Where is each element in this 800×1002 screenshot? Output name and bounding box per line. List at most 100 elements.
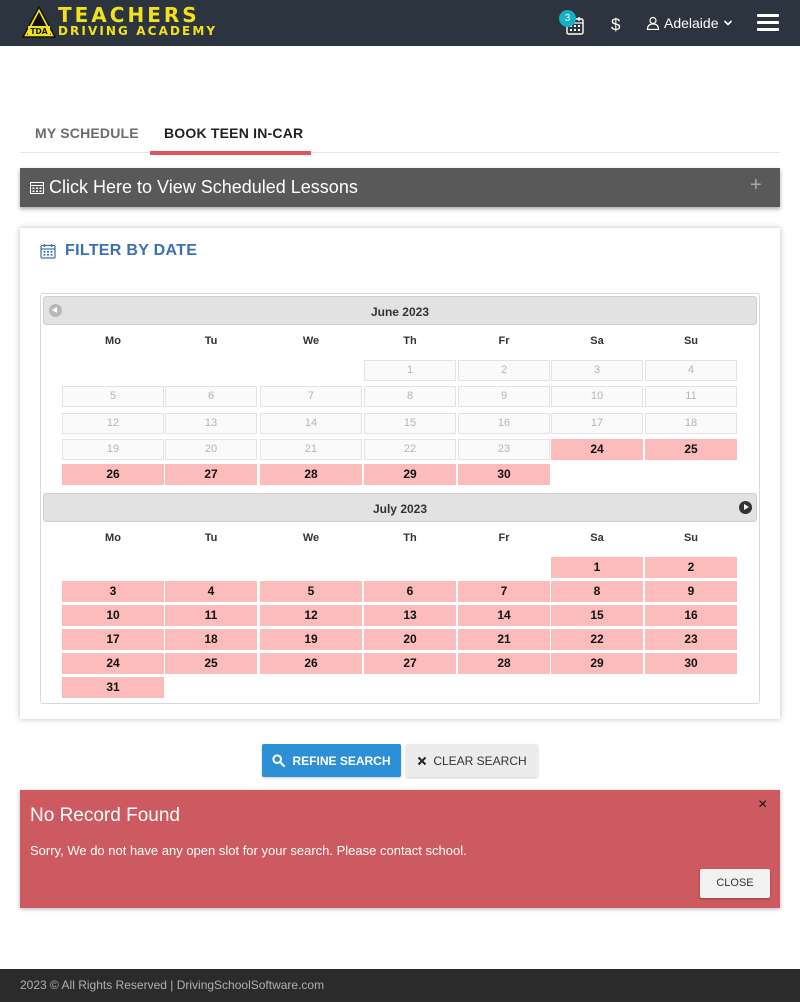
- weekday-header: Sa: [590, 532, 604, 544]
- available-date-cell[interactable]: 28: [458, 653, 550, 674]
- schedule-tabs: MY SCHEDULE BOOK TEEN IN-CAR: [20, 118, 780, 155]
- weekday-header: We: [302, 532, 320, 544]
- available-date-cell[interactable]: 11: [165, 605, 257, 626]
- footer: 2023 © All Rights Reserved | DrivingScho…: [0, 969, 800, 1002]
- next-month-icon[interactable]: [739, 501, 752, 514]
- date-picker: June 2023 July 2023 Mo Tu We Th Fr Sa Su 1 2 3 4 5 6…: [40, 293, 760, 704]
- available-date-cell[interactable]: 10: [62, 605, 164, 626]
- available-date-cell[interactable]: 13: [364, 605, 456, 626]
- clear-search-label: CLEAR SEARCH: [433, 753, 527, 768]
- available-date-cell[interactable]: 18: [165, 629, 257, 650]
- no-record-alert: No Record Found Sorry, We do not have an…: [20, 790, 780, 908]
- available-date-cell[interactable]: 31: [62, 677, 164, 698]
- unavailable-date-cell: 18: [645, 413, 737, 434]
- available-date-cell[interactable]: 27: [165, 464, 257, 485]
- unavailable-date-cell: 9: [458, 386, 550, 407]
- available-date-cell[interactable]: 15: [551, 605, 643, 626]
- available-date-cell[interactable]: 7: [458, 581, 550, 602]
- notification-badge: 3: [559, 10, 576, 27]
- unavailable-date-cell: 22: [364, 439, 456, 460]
- month-title: July 2023: [372, 502, 428, 516]
- unavailable-date-cell: 13: [165, 413, 257, 434]
- available-date-cell[interactable]: 30: [645, 653, 737, 674]
- available-date-cell[interactable]: 2: [645, 557, 737, 578]
- teachers-driving-academy-logo[interactable]: TDA TEACHERS DRIVING ACADEMY: [22, 3, 236, 40]
- available-date-cell[interactable]: 3: [62, 581, 164, 602]
- available-date-cell[interactable]: 29: [364, 464, 456, 485]
- tab-my-schedule[interactable]: MY SCHEDULE: [35, 125, 139, 141]
- filter-title: FILTER BY DATE: [65, 242, 198, 259]
- alert-dismiss-icon[interactable]: ×: [758, 796, 767, 814]
- available-date-cell[interactable]: 6: [364, 581, 456, 602]
- expand-plus-icon[interactable]: +: [750, 174, 762, 197]
- available-date-cell[interactable]: 19: [260, 629, 362, 650]
- available-date-cell[interactable]: 8: [551, 581, 643, 602]
- unavailable-date-cell: 1: [364, 360, 456, 381]
- unavailable-date-cell: 3: [551, 360, 643, 381]
- weekday-header: Tu: [204, 335, 218, 347]
- available-date-cell[interactable]: 5: [260, 581, 362, 602]
- month-header-june: June 2023: [43, 296, 757, 325]
- scheduled-lessons-label: Click Here to View Scheduled Lessons: [49, 177, 358, 197]
- available-date-cell[interactable]: 25: [165, 653, 257, 674]
- payments-dollar-icon[interactable]: $: [611, 15, 620, 35]
- top-navbar: TDA TEACHERS DRIVING ACADEMY 3 $ Adelaid…: [0, 0, 800, 46]
- available-date-cell[interactable]: 9: [645, 581, 737, 602]
- weekday-header: Sa: [590, 335, 604, 347]
- unavailable-date-cell: 17: [551, 413, 643, 434]
- unavailable-date-cell: 20: [165, 439, 257, 460]
- search-icon: [272, 754, 286, 767]
- weekday-header: Mo: [105, 532, 121, 544]
- available-date-cell[interactable]: 24: [62, 653, 164, 674]
- available-date-cell[interactable]: 12: [260, 605, 362, 626]
- available-date-cell[interactable]: 21: [458, 629, 550, 650]
- available-date-cell[interactable]: 14: [458, 605, 550, 626]
- available-date-cell[interactable]: 30: [458, 464, 550, 485]
- available-date-cell[interactable]: 4: [165, 581, 257, 602]
- available-date-cell[interactable]: 17: [62, 629, 164, 650]
- unavailable-date-cell: 19: [62, 439, 164, 460]
- footer-copyright: 2023 © All Rights Reserved | DrivingScho…: [20, 978, 325, 992]
- clear-search-button[interactable]: CLEAR SEARCH: [406, 744, 538, 777]
- month-title: June 2023: [370, 305, 430, 319]
- close-icon: [418, 756, 427, 765]
- available-date-cell[interactable]: 26: [260, 653, 362, 674]
- active-tab-indicator: [150, 151, 311, 155]
- unavailable-date-cell: 8: [364, 386, 456, 407]
- available-date-cell[interactable]: 29: [551, 653, 643, 674]
- available-date-cell[interactable]: 16: [645, 605, 737, 626]
- alert-title: No Record Found: [30, 805, 180, 826]
- alert-message: Sorry, We do not have any open slot for …: [30, 843, 467, 858]
- unavailable-date-cell: 12: [62, 413, 164, 434]
- alert-close-button[interactable]: CLOSE: [700, 869, 770, 898]
- view-scheduled-lessons-bar[interactable]: Click Here to View Scheduled Lessons +: [20, 168, 780, 207]
- available-date-cell[interactable]: 20: [364, 629, 456, 650]
- available-date-cell[interactable]: 27: [364, 653, 456, 674]
- unavailable-date-cell: 16: [458, 413, 550, 434]
- unavailable-date-cell: 7: [260, 386, 362, 407]
- calendar-filter-icon: [40, 244, 56, 259]
- refine-search-button[interactable]: REFINE SEARCH: [262, 744, 401, 777]
- weekday-header: Fr: [498, 532, 510, 544]
- available-date-cell[interactable]: 25: [645, 439, 737, 460]
- tab-book-teen-in-car[interactable]: BOOK TEEN IN-CAR: [164, 125, 303, 141]
- logo-title: TEACHERS: [58, 3, 200, 27]
- unavailable-date-cell: 4: [645, 360, 737, 381]
- unavailable-date-cell: 21: [260, 439, 362, 460]
- calendar-icon: [30, 182, 44, 194]
- chevron-down-icon: [723, 20, 732, 26]
- user-menu[interactable]: Adelaide: [646, 15, 733, 31]
- filter-by-date-card: FILTER BY DATE June 2023 July 2023 Mo Tu W…: [20, 228, 780, 719]
- unavailable-date-cell: 10: [551, 386, 643, 407]
- unavailable-date-cell: 15: [364, 413, 456, 434]
- hamburger-menu-icon[interactable]: [757, 14, 779, 32]
- available-date-cell[interactable]: 28: [260, 464, 362, 485]
- available-date-cell[interactable]: 23: [645, 629, 737, 650]
- logo-mark-text: TDA: [30, 27, 47, 36]
- logo-subtitle: DRIVING ACADEMY: [58, 24, 218, 38]
- unavailable-date-cell: 23: [458, 439, 550, 460]
- available-date-cell[interactable]: 22: [551, 629, 643, 650]
- available-date-cell[interactable]: 26: [62, 464, 164, 485]
- available-date-cell[interactable]: 1: [551, 557, 643, 578]
- available-date-cell[interactable]: 24: [551, 439, 643, 460]
